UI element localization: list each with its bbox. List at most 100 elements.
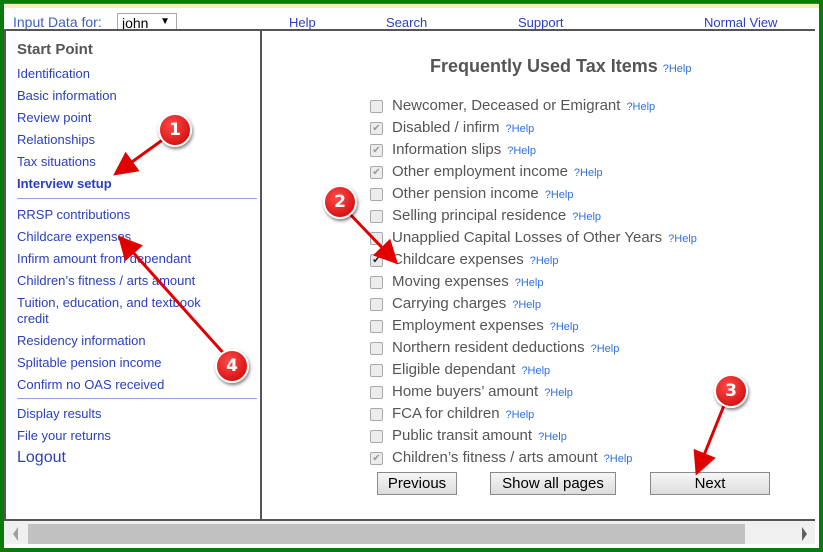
- sidebar-item-rrsp-contributions[interactable]: RRSP contributions: [17, 207, 247, 223]
- previous-button[interactable]: Previous: [377, 472, 457, 495]
- tax-item-checkbox[interactable]: [370, 386, 383, 399]
- tax-item-help-link[interactable]: ?Help: [545, 189, 574, 201]
- tax-item-help-link[interactable]: ?Help: [506, 409, 535, 421]
- sidebar-item-residency[interactable]: Residency information: [17, 333, 247, 349]
- tax-item-row: FCA for children ?Help: [370, 405, 535, 425]
- tax-item-row: ✔ Other employment income ?Help: [370, 163, 603, 183]
- tax-item-label: FCA for children: [392, 405, 500, 422]
- tax-item-help-link[interactable]: ?Help: [574, 167, 603, 179]
- logout-link[interactable]: Logout: [17, 450, 247, 466]
- tax-item-checkbox[interactable]: [370, 408, 383, 421]
- tax-item-row: Eligible dependant ?Help: [370, 361, 550, 381]
- tax-item-help-link[interactable]: ?Help: [626, 101, 655, 113]
- normal-view-link[interactable]: Normal View: [704, 15, 777, 30]
- tax-item-help-link[interactable]: ?Help: [544, 387, 573, 399]
- tax-item-checkbox: ✔: [370, 166, 383, 179]
- annotation-badge-4: 4: [215, 349, 249, 383]
- sidebar-item-confirm-no-oas[interactable]: Confirm no OAS received: [17, 377, 247, 393]
- sidebar-item-childcare-expenses[interactable]: Childcare expenses: [17, 229, 247, 245]
- tax-item-help-link[interactable]: ?Help: [521, 365, 550, 377]
- tax-item-label: Children’s fitness / arts amount: [392, 449, 598, 466]
- page-title: Frequently Used Tax Items ?Help: [430, 56, 692, 77]
- tax-item-label: Eligible dependant: [392, 361, 516, 378]
- tax-item-checkbox[interactable]: [370, 188, 383, 201]
- sidebar-item-file-returns[interactable]: File your returns: [17, 428, 247, 444]
- sidebar-divider: [17, 398, 257, 399]
- sidebar-item-splitable-pension[interactable]: Splitable pension income: [17, 355, 247, 371]
- sidebar-item-basic-information[interactable]: Basic information: [17, 88, 247, 104]
- tax-item-label: Carrying charges: [392, 295, 507, 312]
- tax-item-label: Public transit amount: [392, 427, 533, 444]
- tax-item-checkbox: ✔: [370, 144, 383, 157]
- annotation-badge-3: 3: [714, 374, 748, 408]
- sidebar-item-display-results[interactable]: Display results: [17, 406, 247, 422]
- tax-item-row: Selling principal residence ?Help: [370, 207, 601, 227]
- main-panel: Frequently Used Tax Items ?Help Newcomer…: [264, 31, 815, 519]
- tax-item-label: Selling principal residence: [392, 207, 567, 224]
- show-all-pages-button[interactable]: Show all pages: [490, 472, 616, 495]
- sidebar-item-childrens-fitness[interactable]: Children’s fitness / arts amount: [17, 273, 247, 289]
- horizontal-scrollbar[interactable]: [4, 521, 815, 544]
- annotation-badge-2: 2: [323, 185, 357, 219]
- search-link[interactable]: Search: [386, 15, 427, 30]
- tax-item-label: Disabled / infirm: [392, 119, 500, 136]
- tax-item-checkbox[interactable]: [370, 342, 383, 355]
- tax-item-row: Newcomer, Deceased or Emigrant ?Help: [370, 97, 655, 117]
- page-title-text: Frequently Used Tax Items: [430, 56, 658, 76]
- title-help-link[interactable]: ?Help: [663, 63, 692, 75]
- support-link[interactable]: Support: [518, 15, 564, 30]
- sidebar: Start Point Identification Basic informa…: [4, 31, 262, 519]
- tax-item-row: ✔ Childcare expenses ?Help: [370, 251, 559, 271]
- input-data-label: Input Data for:: [13, 14, 102, 30]
- tax-item-row: Northern resident deductions ?Help: [370, 339, 620, 359]
- tax-item-label: Other employment income: [392, 163, 568, 180]
- sidebar-item-review-point[interactable]: Review point: [17, 110, 247, 126]
- tax-item-label: Employment expenses: [392, 317, 544, 334]
- tax-item-checkbox[interactable]: [370, 276, 383, 289]
- sidebar-divider: [17, 198, 257, 199]
- tax-item-row: ✔ Children’s fitness / arts amount ?Help: [370, 449, 633, 469]
- sidebar-item-identification[interactable]: Identification: [17, 66, 247, 82]
- tax-item-checkbox[interactable]: [370, 232, 383, 245]
- sidebar-item-tuition[interactable]: Tuition, education, and textbook credit: [17, 295, 232, 327]
- tax-item-checkbox[interactable]: [370, 364, 383, 377]
- tax-item-help-link[interactable]: ?Help: [506, 123, 535, 135]
- tax-item-checkbox: ✔: [370, 452, 383, 465]
- tax-item-help-link[interactable]: ?Help: [572, 211, 601, 223]
- sidebar-item-interview-setup[interactable]: Interview setup: [17, 176, 247, 192]
- tax-item-help-link[interactable]: ?Help: [538, 431, 567, 443]
- tax-item-checkbox: ✔: [370, 122, 383, 135]
- tax-item-checkbox[interactable]: ✔: [370, 254, 383, 267]
- scroll-right-icon[interactable]: [802, 527, 807, 541]
- tax-item-label: Childcare expenses: [392, 251, 524, 268]
- tax-item-help-link[interactable]: ?Help: [604, 453, 633, 465]
- tax-item-label: Unapplied Capital Losses of Other Years: [392, 229, 663, 246]
- tax-item-help-link[interactable]: ?Help: [591, 343, 620, 355]
- tax-item-row: Carrying charges ?Help: [370, 295, 541, 315]
- sidebar-item-relationships[interactable]: Relationships: [17, 132, 247, 148]
- tax-item-label: Information slips: [392, 141, 502, 158]
- sidebar-item-tax-situations[interactable]: Tax situations: [17, 154, 247, 170]
- tax-item-help-link[interactable]: ?Help: [512, 299, 541, 311]
- tax-item-help-link[interactable]: ?Help: [515, 277, 544, 289]
- annotation-badge-1: 1: [158, 113, 192, 147]
- tax-item-help-link[interactable]: ?Help: [507, 145, 536, 157]
- scroll-left-icon[interactable]: [13, 527, 18, 541]
- tax-item-checkbox[interactable]: [370, 100, 383, 113]
- tax-item-row: Public transit amount ?Help: [370, 427, 567, 447]
- sidebar-title: Start Point: [17, 41, 93, 58]
- tax-item-row: ✔ Information slips ?Help: [370, 141, 536, 161]
- tax-item-checkbox[interactable]: [370, 210, 383, 223]
- tax-item-help-link[interactable]: ?Help: [550, 321, 579, 333]
- tax-item-checkbox[interactable]: [370, 430, 383, 443]
- tax-item-row: Employment expenses ?Help: [370, 317, 579, 337]
- sidebar-item-infirm-amount[interactable]: Infirm amount from dependant: [17, 251, 247, 267]
- help-link[interactable]: Help: [289, 15, 316, 30]
- tax-item-help-link[interactable]: ?Help: [530, 255, 559, 267]
- next-button[interactable]: Next: [650, 472, 770, 495]
- tax-item-help-link[interactable]: ?Help: [668, 233, 697, 245]
- tax-item-label: Northern resident deductions: [392, 339, 585, 356]
- tax-item-checkbox[interactable]: [370, 298, 383, 311]
- tax-item-checkbox[interactable]: [370, 320, 383, 333]
- scrollbar-thumb[interactable]: [28, 524, 745, 544]
